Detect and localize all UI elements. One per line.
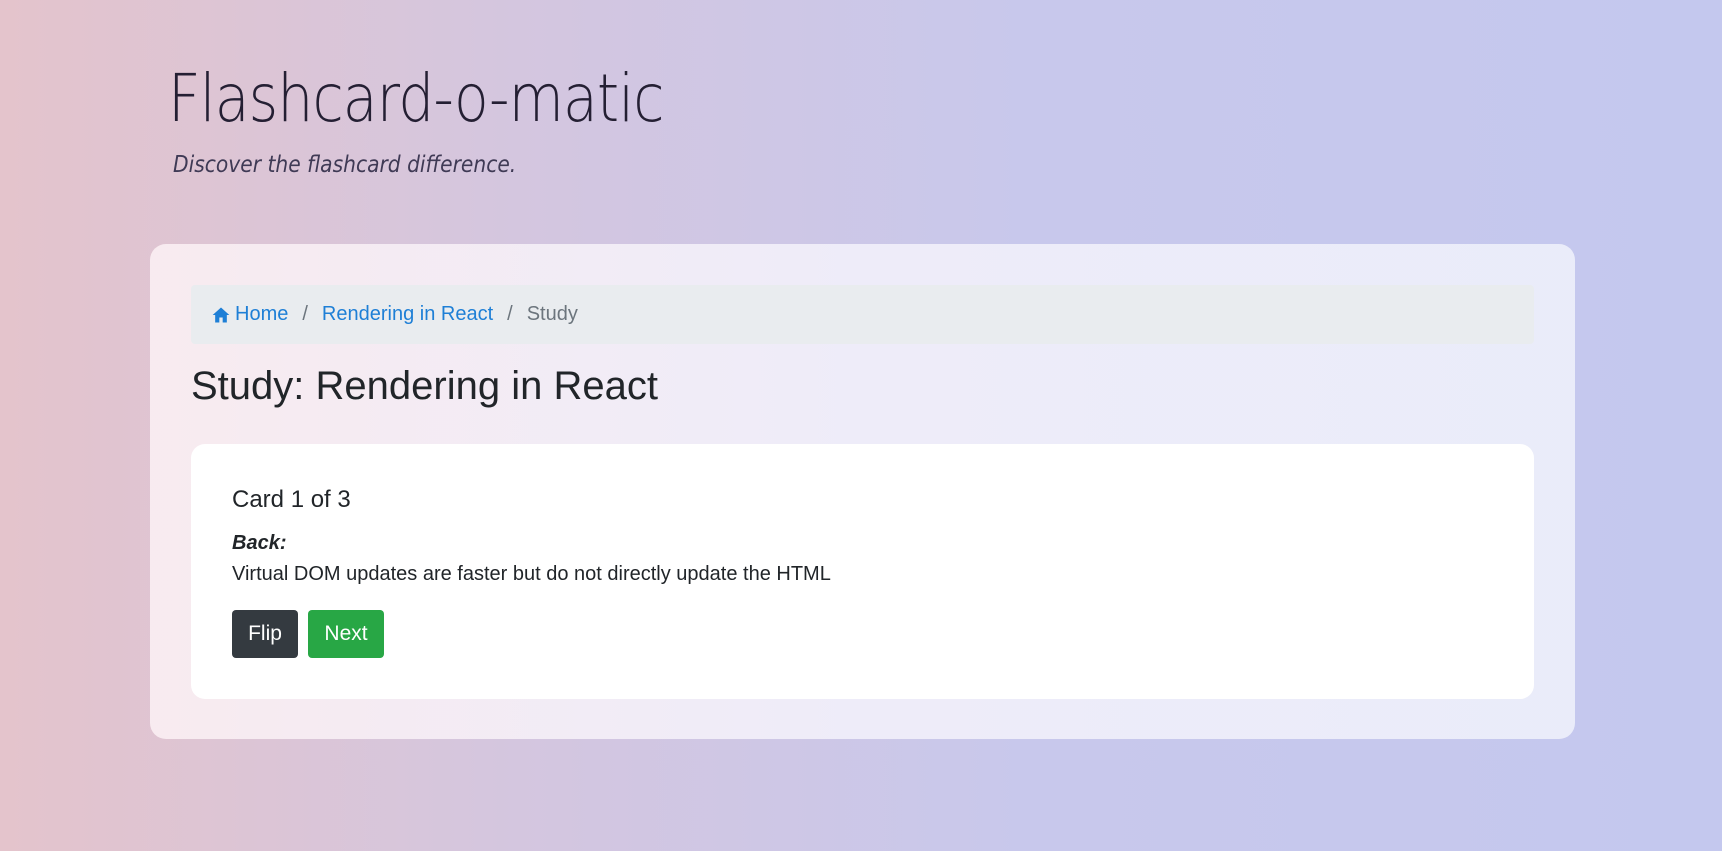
page-title: Study: Rendering in React	[191, 364, 658, 408]
home-icon	[212, 307, 230, 322]
breadcrumb: Home / Rendering in React / Study	[191, 285, 1534, 344]
flip-button[interactable]: Flip	[232, 610, 298, 658]
breadcrumb-deck-link[interactable]: Rendering in React	[322, 303, 493, 326]
breadcrumb-separator: /	[507, 303, 513, 325]
breadcrumb-current: Study	[526, 303, 578, 325]
app-header: Flashcard-o-matic Discover the flashcard…	[168, 60, 744, 179]
main-panel: Home / Rendering in React / Study Study:…	[150, 244, 1575, 739]
card-text: Virtual DOM updates are faster but do no…	[232, 563, 831, 585]
app-tagline: Discover the flashcard difference.	[173, 152, 517, 178]
app-title: Flashcard-o-matic	[168, 60, 664, 137]
flashcard: Card 1 of 3 Back: Virtual DOM updates ar…	[191, 444, 1534, 699]
card-side-label: Back:	[232, 532, 287, 554]
breadcrumb-home-label: Home	[235, 303, 289, 325]
breadcrumb-home-link[interactable]: Home	[211, 303, 288, 326]
breadcrumb-separator: /	[302, 303, 308, 325]
next-button[interactable]: Next	[308, 610, 384, 658]
card-counter: Card 1 of 3	[232, 486, 351, 513]
